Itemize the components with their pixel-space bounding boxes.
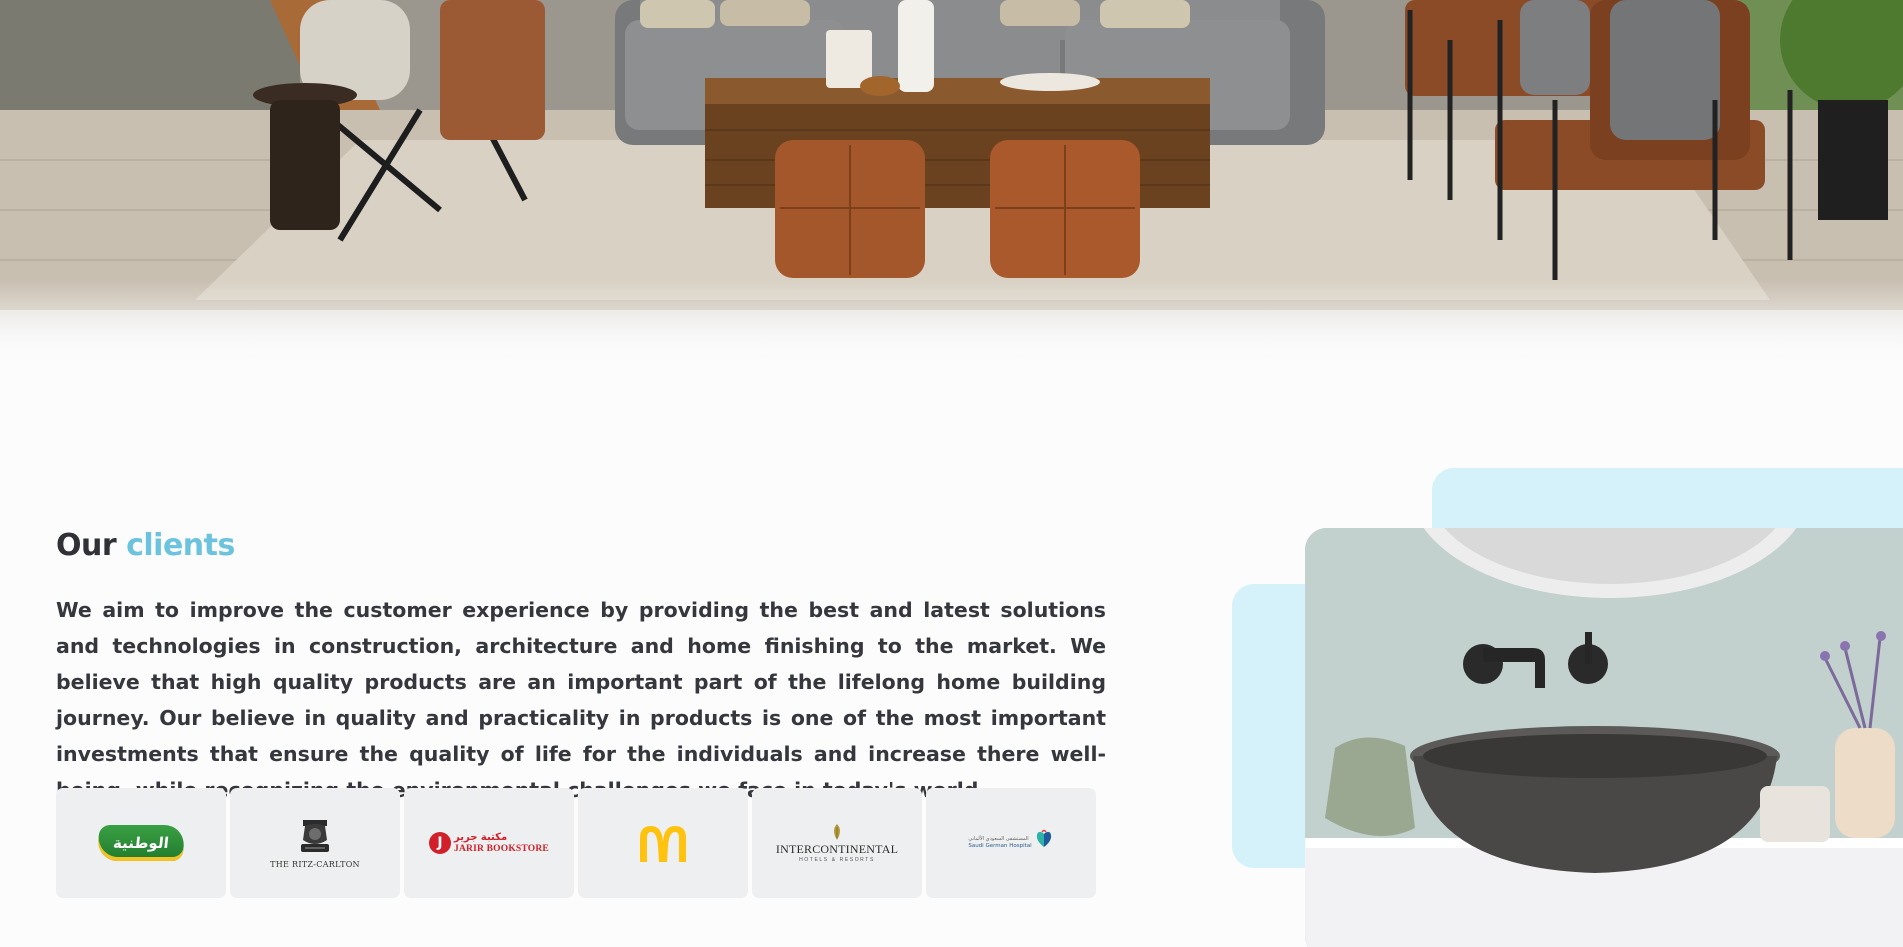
ritz-carlton-logo: THE RITZ-CARLTON xyxy=(270,818,360,869)
jarir-arabic-text: مكتبة جرير xyxy=(454,831,508,843)
sgh-english-text: Saudi German Hospital xyxy=(968,843,1032,849)
client-card-ritz-carlton[interactable]: THE RITZ-CARLTON xyxy=(230,788,400,898)
sgh-heart-icon xyxy=(1036,829,1051,847)
page: Our clients We aim to improve the custom… xyxy=(0,0,1903,947)
hero-living-room-image xyxy=(0,0,1903,375)
client-card-mcdonalds[interactable] xyxy=(578,788,748,898)
alwatania-logo-text: الوطنية xyxy=(112,834,170,852)
jarir-english-text: JARIR BOOKSTORE xyxy=(454,843,549,854)
intercontinental-name: INTERCONTINENTAL xyxy=(775,841,899,856)
ritz-carlton-text: THE RITZ-CARLTON xyxy=(270,859,360,869)
client-card-alwatania[interactable]: الوطنية xyxy=(56,788,226,898)
clients-description: We aim to improve the customer experienc… xyxy=(56,598,1106,802)
jarir-mark-icon: J xyxy=(429,832,452,854)
ritz-lion-icon xyxy=(300,819,329,852)
hero-fade-overlay xyxy=(0,280,1903,375)
alwatania-logo: الوطنية xyxy=(96,825,186,861)
intercontinental-subtext: HOTELS & RESORTS xyxy=(799,856,875,863)
bathroom-illustration xyxy=(1305,528,1903,947)
jarir-bookstore-logo: J مكتبة جرير JARIR BOOKSTORE xyxy=(429,832,549,855)
client-card-saudi-german[interactable]: المستشفى السعودي الألماني Saudi German H… xyxy=(926,788,1096,898)
bathroom-sink-image xyxy=(1305,528,1903,947)
saudi-german-hospital-logo: المستشفى السعودي الألماني Saudi German H… xyxy=(968,829,1053,850)
client-card-intercontinental[interactable]: INTERCONTINENTAL HOTELS & RESORTS xyxy=(752,788,922,898)
mcdonalds-arches-icon xyxy=(640,826,686,862)
intercontinental-logo: INTERCONTINENTAL HOTELS & RESORTS xyxy=(775,823,899,863)
sgh-arabic-text: المستشفى السعودي الألماني xyxy=(968,836,1029,842)
intercontinental-leaf-icon xyxy=(834,823,840,840)
clients-section-title: Our clients xyxy=(56,528,235,563)
title-plain: Our xyxy=(56,528,117,563)
title-accent: clients xyxy=(126,528,235,563)
client-card-jarir[interactable]: J مكتبة جرير JARIR BOOKSTORE xyxy=(404,788,574,898)
client-logos-row: الوطنية THE RITZ-CARLTON J مكتبة جرير JA… xyxy=(56,788,1096,898)
